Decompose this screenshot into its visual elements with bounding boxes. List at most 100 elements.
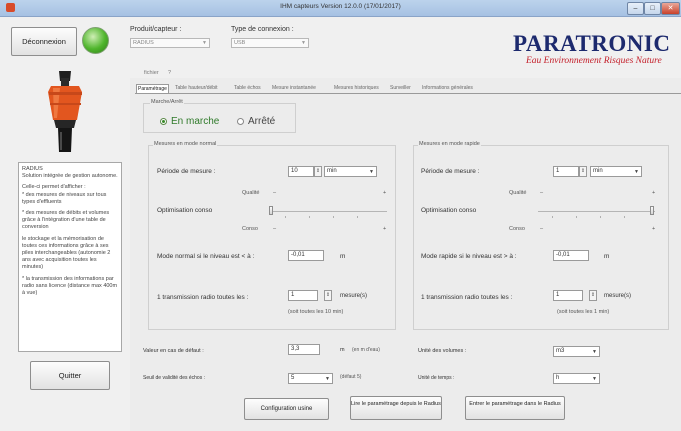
connection-status-indicator — [82, 27, 109, 54]
title-bar: IHM capteurs Version 12.0.0 (17/01/2017)… — [0, 0, 681, 17]
normal-mode-label: Mode normal si le niveau est < à : — [157, 253, 255, 260]
fast-optimization-slider[interactable] — [538, 211, 655, 212]
chevron-down-icon: ▼ — [301, 40, 306, 46]
fast-mode-title: Mesures en mode rapide — [418, 141, 481, 147]
quit-button[interactable]: Quitter — [30, 361, 110, 390]
menu-help[interactable]: ? — [168, 70, 171, 76]
normal-mode-unit: m — [340, 253, 346, 260]
default-value-label: Valeur en cas de défaut : — [143, 348, 204, 354]
volume-unit-value: m3 — [556, 348, 565, 354]
tab-table-hauteur-debit[interactable]: Table hauteur/débit — [174, 84, 219, 93]
product-description: RADIUS Solution intégrée de gestion auto… — [18, 162, 122, 352]
maximize-button[interactable]: □ — [644, 2, 661, 15]
tab-mesures-historiques[interactable]: Mesures historiques — [333, 84, 380, 93]
tab-mesure-instantanee[interactable]: Mesure instantanée — [271, 84, 317, 93]
threshold-label: Seuil de validité des échos : — [143, 375, 205, 381]
fast-period-unit-select[interactable]: min ▼ — [590, 166, 642, 177]
chevron-down-icon: ▼ — [369, 169, 374, 175]
description-paragraph: le stockage et la mémorisation de toutes… — [22, 235, 111, 271]
disconnect-button[interactable]: Déconnexion — [11, 27, 77, 56]
normal-period-label: Période de mesure : — [157, 168, 216, 175]
normal-radio-input[interactable]: 1 — [288, 290, 318, 301]
normal-slider-thumb[interactable] — [269, 206, 273, 215]
slider-tick — [600, 216, 601, 218]
fast-minus: – — [540, 190, 544, 196]
normal-minus-bottom: – — [273, 226, 277, 232]
normal-plus: + — [383, 226, 387, 232]
connection-label: Type de connexion : — [231, 26, 294, 33]
tab-surveiller[interactable]: Surveiller — [389, 84, 412, 93]
factory-config-button[interactable]: Configuration usine — [244, 398, 329, 420]
threshold-select[interactable]: 5 ▼ — [288, 373, 333, 384]
description-paragraph: * des mesures de débits et volumes grâce… — [22, 210, 110, 231]
radio-on-label[interactable]: En marche — [171, 116, 219, 127]
fast-period-label: Période de mesure : — [421, 168, 480, 175]
volume-unit-select[interactable]: m3 ▼ — [553, 346, 600, 357]
fast-plus-top: + — [652, 190, 656, 196]
description-paragraph: * la transmission des informations par r… — [22, 275, 118, 297]
logo-tagline: Eau Environnement Risques Nature — [526, 56, 662, 66]
normal-optimization-slider[interactable] — [271, 211, 387, 212]
fast-plus: + — [652, 226, 656, 232]
close-button[interactable]: ✕ — [661, 2, 680, 15]
onoff-title: Marche/Arrêt — [150, 99, 184, 105]
normal-radio-label: 1 transmission radio toutes les : — [157, 294, 249, 301]
slider-tick — [576, 216, 577, 218]
write-settings-button[interactable]: Entrer le paramétrage dans le Radius — [465, 396, 565, 420]
fast-mode-label: Mode rapide si le niveau est > à : — [421, 253, 517, 260]
chevron-down-icon: ▼ — [592, 349, 597, 355]
product-label: Produit/capteur : — [130, 26, 182, 33]
chevron-down-icon: ▼ — [634, 169, 639, 175]
normal-period-input[interactable]: 10 — [288, 166, 314, 177]
slider-tick — [357, 216, 358, 218]
fast-period-input[interactable]: 1 — [553, 166, 579, 177]
fast-conso-label: Conso — [509, 226, 525, 232]
normal-radio-spinner[interactable]: ⇕ — [324, 290, 332, 301]
normal-mode-input[interactable]: -0,01 — [288, 250, 324, 261]
slider-tick — [309, 216, 310, 218]
fast-period-spinner[interactable]: ⇕ — [579, 166, 587, 177]
chevron-down-icon: ▼ — [325, 376, 330, 382]
normal-optimization-label: Optimisation conso — [157, 207, 213, 214]
sensor-image — [24, 68, 114, 158]
product-select[interactable]: RADIUS ▼ — [130, 38, 210, 48]
fast-radio-unit: mesure(s) — [604, 293, 632, 299]
fast-radio-label: 1 transmission radio toutes les : — [421, 294, 513, 301]
time-unit-select[interactable]: h ▼ — [553, 373, 600, 384]
radio-on[interactable] — [160, 118, 167, 125]
fast-mode-input[interactable]: -0,01 — [553, 250, 589, 261]
threshold-note: (défaut 5) — [340, 374, 362, 380]
normal-period-spinner[interactable]: ⇕ — [314, 166, 322, 177]
default-value-unit: m — [340, 347, 345, 353]
fast-quality-label: Qualité — [509, 190, 527, 196]
normal-radio-unit: mesure(s) — [340, 293, 368, 299]
minimize-button[interactable]: – — [627, 2, 644, 15]
slider-tick — [333, 216, 334, 218]
paratronic-logo: PARATRONIC — [513, 31, 671, 56]
window-title: IHM capteurs Version 12.0.0 (17/01/2017) — [280, 3, 401, 10]
normal-quality-label: Qualité — [242, 190, 260, 196]
fast-radio-spinner[interactable]: ⇕ — [589, 290, 597, 301]
menu-file[interactable]: fichier — [144, 70, 159, 76]
fast-mode-unit: m — [604, 253, 610, 260]
fast-minus-bottom: – — [540, 226, 544, 232]
tab-table-echos[interactable]: Table échos — [233, 84, 262, 93]
normal-conso-label: Conso — [242, 226, 258, 232]
default-value-input[interactable]: 3,3 — [288, 344, 320, 355]
normal-plus-top: + — [383, 190, 387, 196]
connection-select[interactable]: USB ▼ — [231, 38, 309, 48]
fast-radio-input[interactable]: 1 — [553, 290, 583, 301]
default-value-note: (en m d'eau) — [352, 347, 380, 353]
tab-divider — [135, 93, 681, 94]
product-value: RADIUS — [133, 40, 154, 46]
read-settings-button[interactable]: Lire le paramétrage depuis le Radius — [350, 396, 442, 420]
fast-radio-note: (soit toutes les 1 min) — [557, 309, 610, 315]
fast-slider-thumb[interactable] — [650, 206, 654, 215]
slider-tick — [624, 216, 625, 218]
threshold-value: 5 — [291, 375, 295, 381]
normal-period-unit-select[interactable]: min ▼ — [324, 166, 377, 177]
chevron-down-icon: ▼ — [592, 376, 597, 382]
fast-period-unit: min — [593, 168, 603, 174]
radio-off[interactable] — [237, 118, 244, 125]
tab-informations-generales[interactable]: Informations générales — [421, 84, 474, 93]
